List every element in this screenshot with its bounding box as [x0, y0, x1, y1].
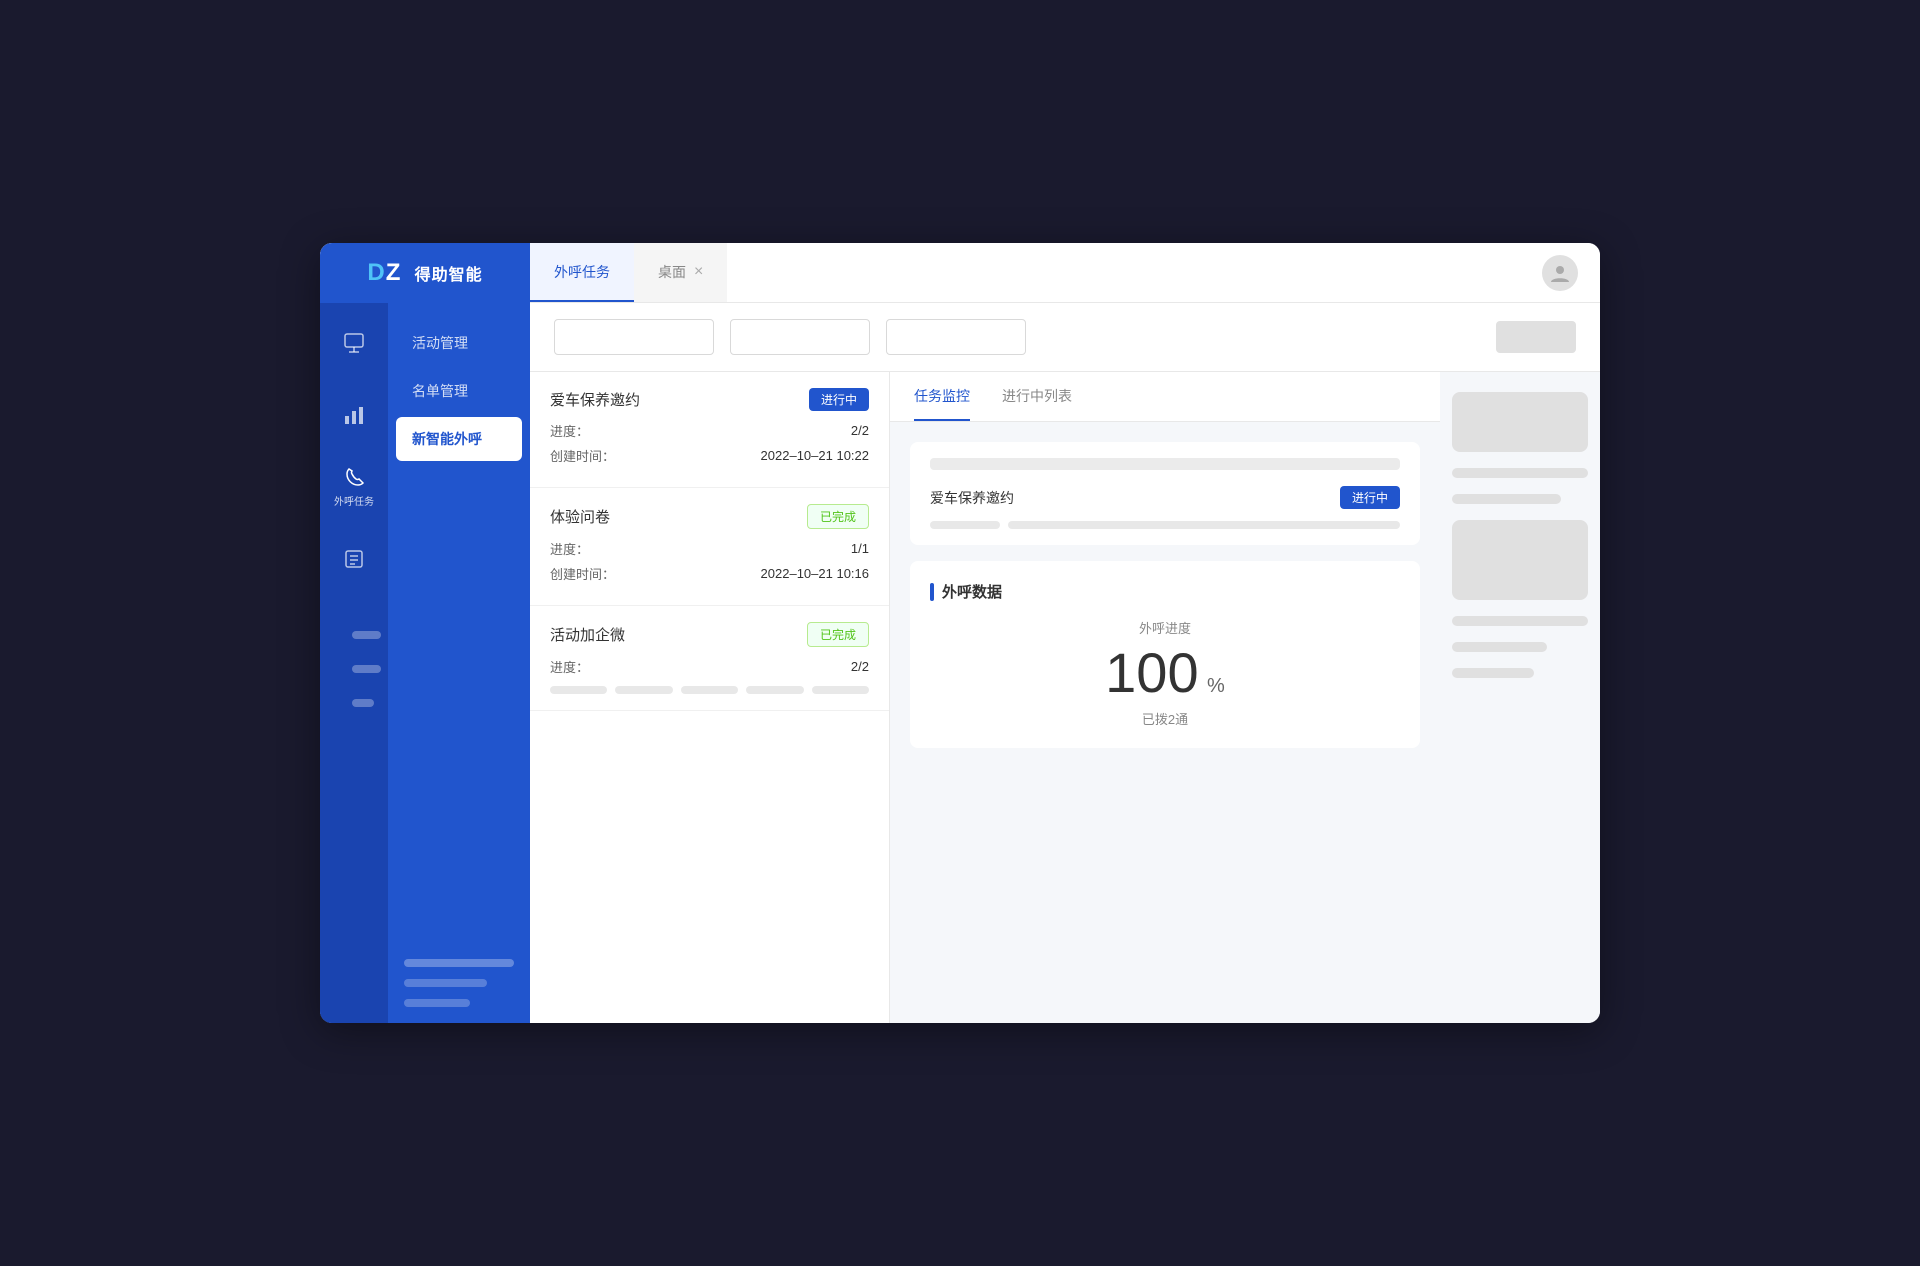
detail-panel: 任务监控 进行中列表 爱车保养邀约 进行中	[890, 372, 1440, 1023]
sidebar-icon-chart[interactable]	[330, 391, 378, 439]
sidebar-placeholders	[336, 623, 372, 715]
filter-btn-placeholder	[1496, 321, 1576, 353]
right-ph-2	[1452, 494, 1561, 504]
filter-input-3[interactable]	[886, 319, 1026, 355]
outbound-calls-label: 已拨2通	[930, 709, 1400, 728]
detail-tab-ongoing-list[interactable]: 进行中列表	[1002, 372, 1072, 421]
sidebar: 外呼任务 活动管理	[320, 303, 530, 1023]
task-name-2: 体验问卷	[550, 506, 610, 527]
outbound-progress-value-row: 100 %	[930, 645, 1400, 701]
sidebar-item-activity[interactable]: 活动管理	[396, 321, 522, 365]
task-card-1[interactable]: 爱车保养邀约 进行中 进度： 2/2 创建时间： 2022–10–21 10:2…	[530, 372, 889, 488]
task-progress-row-1: 进度： 2/2	[550, 421, 869, 440]
two-col-layout: 爱车保养邀约 进行中 进度： 2/2 创建时间： 2022–10–21 10:2…	[530, 372, 1600, 1023]
task-card-1-header: 爱车保养邀约 进行中	[550, 388, 869, 411]
outbound-progress-unit: %	[1207, 675, 1225, 697]
section-title-bar	[930, 583, 934, 601]
tabs-area: 外呼任务 桌面 ×	[530, 243, 1520, 302]
ph1	[404, 959, 514, 967]
task-badge-1: 进行中	[809, 388, 869, 411]
monitor-section: 爱车保养邀约 进行中	[910, 442, 1420, 545]
filter-input-1[interactable]	[554, 319, 714, 355]
right-ph-4	[1452, 642, 1547, 652]
title-bar: DZ 得助智能 外呼任务 桌面 ×	[320, 243, 1600, 303]
sidebar-icon-monitor[interactable]	[330, 319, 378, 367]
right-ph-large-1	[1452, 392, 1588, 452]
ph3	[404, 999, 470, 1007]
task-created-row-2: 创建时间： 2022–10–21 10:16	[550, 564, 869, 583]
right-ph-large-2	[1452, 520, 1588, 600]
task-name-1: 爱车保养邀约	[550, 389, 640, 410]
sidebar-icon-phone[interactable]: 外呼任务	[330, 463, 378, 511]
task-badge-3: 已完成	[807, 622, 869, 647]
task-badge-2: 已完成	[807, 504, 869, 529]
sidebar-icons: 外呼任务	[320, 303, 388, 1023]
sidebar-item-new-smart-outbound[interactable]: 新智能外呼	[396, 417, 522, 461]
right-ph-5	[1452, 668, 1534, 678]
task-progress-row-2: 进度： 1/1	[550, 539, 869, 558]
sidebar-icon-list[interactable]	[330, 535, 378, 583]
monitor-ph-1	[930, 521, 1000, 529]
right-ph-1	[1452, 468, 1588, 478]
monitor-ph-row	[930, 521, 1400, 529]
user-avatar[interactable]	[1542, 255, 1578, 291]
logo-text: DZ 得助智能	[367, 259, 482, 287]
sidebar-item-list-manage[interactable]: 名单管理	[396, 369, 522, 413]
tab-close-icon[interactable]: ×	[694, 263, 703, 281]
filter-bar	[530, 303, 1600, 372]
logo-area: DZ 得助智能	[320, 243, 530, 303]
task-created-row-1: 创建时间： 2022–10–21 10:22	[550, 446, 869, 465]
detail-tabs: 任务监控 进行中列表	[890, 372, 1440, 422]
outbound-progress-value: 100	[1105, 641, 1198, 704]
right-placeholder-col	[1440, 372, 1600, 1023]
task-name-3: 活动加企微	[550, 624, 625, 645]
outbound-section-title: 外呼数据	[930, 581, 1400, 602]
monitor-ph-top	[930, 458, 1400, 470]
detail-tab-monitor[interactable]: 任务监控	[914, 372, 970, 421]
task-progress-row-3: 进度： 2/2	[550, 657, 869, 676]
task-card-3-header: 活动加企微 已完成	[550, 622, 869, 647]
monitor-task-status: 进行中	[1340, 486, 1400, 509]
task-card-2-header: 体验问卷 已完成	[550, 504, 869, 529]
monitor-task-name: 爱车保养邀约	[930, 488, 1014, 508]
tab-desktop[interactable]: 桌面 ×	[634, 243, 727, 302]
content-area: 爱车保养邀约 进行中 进度： 2/2 创建时间： 2022–10–21 10:2…	[530, 303, 1600, 1023]
detail-content: 爱车保养邀约 进行中 外呼数据	[890, 422, 1440, 1023]
task-card-3[interactable]: 活动加企微 已完成 进度： 2/2	[530, 606, 889, 711]
user-icon-area	[1520, 255, 1600, 291]
sidebar-menu: 活动管理 名单管理 新智能外呼	[388, 303, 530, 1023]
outbound-progress-label: 外呼进度	[930, 618, 1400, 637]
filter-input-2[interactable]	[730, 319, 870, 355]
main-body: 外呼任务 活动管理	[320, 303, 1600, 1023]
task-list-panel: 爱车保养邀约 进行中 进度： 2/2 创建时间： 2022–10–21 10:2…	[530, 372, 890, 1023]
outbound-stats: 外呼进度 100 % 已拨2通	[930, 618, 1400, 728]
app-window: DZ 得助智能 外呼任务 桌面 ×	[320, 243, 1600, 1023]
sidebar-bottom-placeholders	[388, 943, 530, 1023]
right-ph-3	[1452, 616, 1588, 626]
tab-outbound-task[interactable]: 外呼任务	[530, 243, 634, 302]
task-card-2[interactable]: 体验问卷 已完成 进度： 1/1 创建时间： 2022–10–21 10:16	[530, 488, 889, 606]
task-bottom-placeholders-3	[550, 686, 869, 694]
outbound-section: 外呼数据 外呼进度 100 % 已拨2通	[910, 561, 1420, 748]
monitor-task-row: 爱车保养邀约 进行中	[930, 486, 1400, 509]
ph2	[404, 979, 487, 987]
monitor-ph-2	[1008, 521, 1400, 529]
